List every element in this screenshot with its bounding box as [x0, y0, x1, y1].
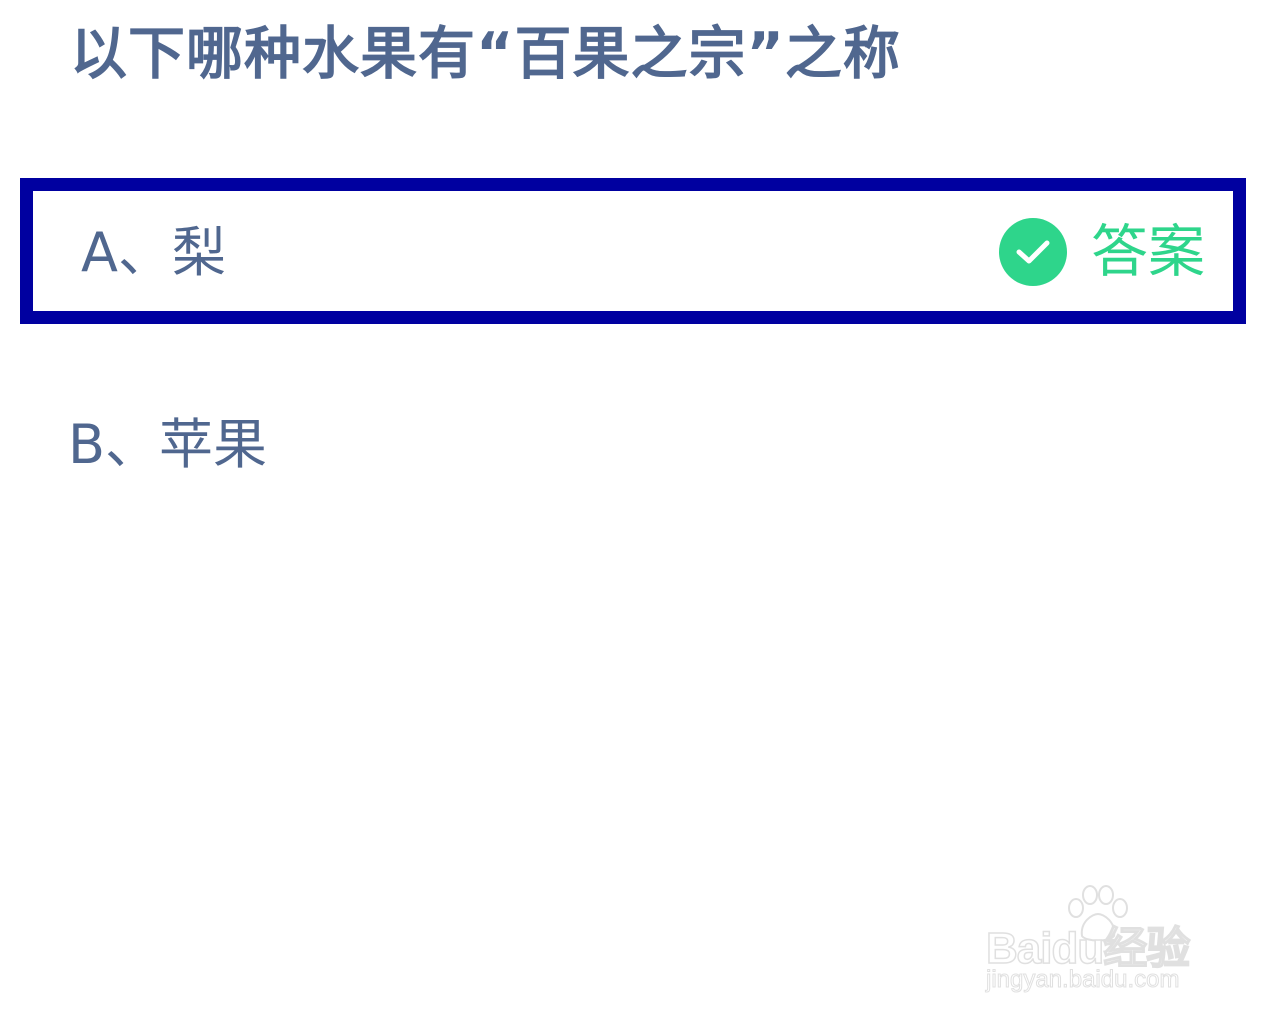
option-b[interactable]: B、苹果	[20, 372, 1246, 518]
option-a[interactable]: A、梨 答案	[20, 178, 1246, 324]
question-title: 以下哪种水果有“百果之宗”之称	[70, 21, 901, 87]
check-circle-icon	[999, 218, 1067, 286]
baidu-watermark: Baidu经验 jingyan.baidu.com	[984, 884, 1224, 1004]
option-a-label: A、梨	[81, 221, 226, 284]
option-b-label: B、苹果	[68, 413, 268, 476]
answer-label: 答案	[1091, 219, 1205, 285]
answer-badge: 答案	[999, 217, 1205, 287]
watermark-url: jingyan.baidu.com	[985, 966, 1180, 994]
